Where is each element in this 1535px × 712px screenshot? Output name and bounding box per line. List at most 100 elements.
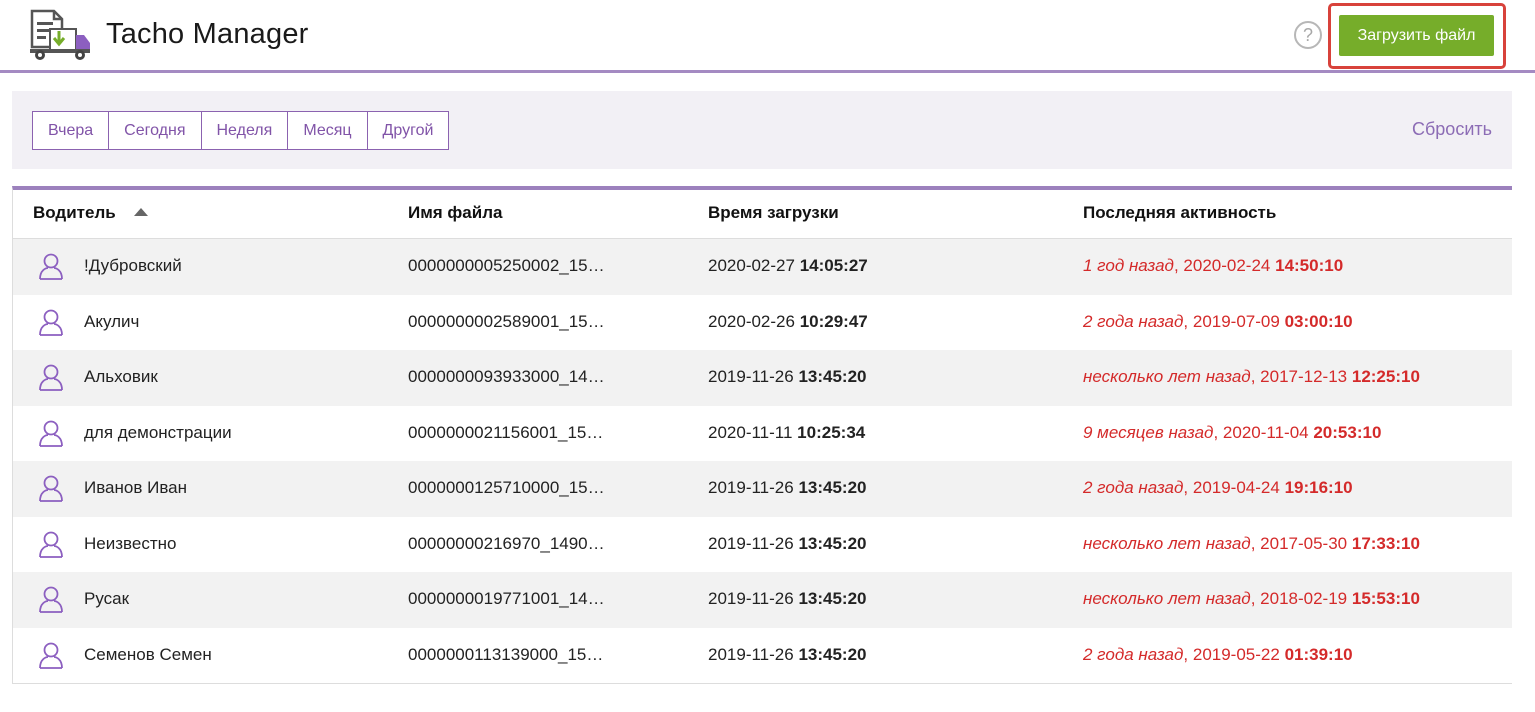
truck-document-icon	[30, 9, 90, 60]
reset-filters-link[interactable]: Сбросить	[1412, 119, 1492, 140]
file-name: 0000000113139000_15…	[408, 644, 604, 664]
activity-relative: 2 года назад	[1083, 478, 1184, 497]
driver-name[interactable]: Альховик	[84, 367, 158, 387]
upload-time-value: 13:45:20	[798, 533, 867, 553]
table-row[interactable]: Акулич 0000000002589001_15… 2020-02-26 10:…	[13, 295, 1512, 351]
activity-relative: несколько лет назад	[1083, 533, 1251, 553]
column-header-last-activity[interactable]: Последняя активность	[1083, 203, 1276, 223]
last-activity: несколько лет назад, 2018-02-19 15:53:10	[1083, 589, 1420, 608]
activity-relative: 2 года назад	[1083, 311, 1184, 331]
upload-date-value: 2019-11-26	[708, 367, 794, 386]
table-row[interactable]: Альховик 0000000093933000_14… 2019-11-26 1…	[13, 350, 1512, 406]
table-row[interactable]: для демонстрации 0000000021156001_15… 2020…	[13, 406, 1512, 462]
period-today-button[interactable]: Сегодня	[109, 112, 202, 149]
upload-time-value: 13:45:20	[798, 644, 867, 664]
file-name: 0000000125710000_15…	[408, 478, 605, 497]
period-yesterday-button[interactable]: Вчера	[33, 112, 110, 149]
driver-name[interactable]: Семенов Семен	[84, 645, 212, 665]
activity-date: 2019-04-24	[1192, 478, 1280, 497]
user-icon	[38, 585, 64, 613]
table-row[interactable]: Иванов Иван 0000000125710000_15… 2019-11-2…	[13, 461, 1512, 517]
file-name: 0000000093933000_14…	[408, 367, 605, 386]
activity-date: 2017-12-13	[1260, 367, 1348, 386]
activity-relative: несколько лет назад	[1083, 367, 1251, 386]
driver-name[interactable]: !Дубровский	[84, 256, 182, 276]
file-name: 0000000002589001_15…	[408, 311, 605, 331]
question-circle-icon[interactable]: ?	[1294, 21, 1322, 49]
upload-date-value: 2020-02-27	[708, 256, 795, 275]
activity-time: 15:53:10	[1351, 589, 1420, 608]
user-icon	[38, 308, 64, 336]
upload-time-value: 13:45:20	[798, 589, 867, 608]
file-name: 0000000019771001_14…	[408, 589, 605, 608]
upload-date-value: 2019-11-26	[708, 533, 794, 553]
activity-time: 12:25:10	[1351, 367, 1420, 386]
upload-time-value: 10:29:47	[799, 311, 868, 331]
activity-relative: 1 год назад	[1083, 256, 1174, 275]
upload-date-value: 2019-11-26	[708, 478, 794, 497]
activity-date: 2019-07-09	[1192, 311, 1280, 331]
last-activity: несколько лет назад, 2017-05-30 17:33:10	[1083, 533, 1420, 553]
upload-time: 2020-02-27 14:05:27	[708, 256, 868, 276]
column-header-file[interactable]: Имя файла	[408, 203, 502, 223]
activity-relative: 9 месяцев назад	[1083, 422, 1214, 442]
upload-time: 2019-11-26 13:45:20	[708, 534, 867, 554]
user-icon	[38, 252, 64, 280]
upload-date-value: 2020-02-26	[708, 311, 795, 331]
table-row[interactable]: Неизвестно 00000000216970_1490… 2019-11-26…	[13, 517, 1512, 573]
upload-time: 2019-11-26 13:45:20	[708, 478, 867, 498]
sort-ascending-icon[interactable]	[133, 207, 148, 216]
table-row[interactable]: Русак 0000000019771001_14… 2019-11-26 13:4…	[13, 572, 1512, 628]
upload-time-value: 14:05:27	[799, 256, 868, 275]
period-week-button[interactable]: Неделя	[202, 112, 289, 149]
upload-time-value: 13:45:20	[798, 478, 867, 497]
file-name: 00000000216970_1490…	[408, 533, 605, 553]
app-header: Tacho Manager ? Загрузить файл	[0, 0, 1535, 73]
user-icon	[38, 641, 64, 669]
activity-date: 2017-05-30	[1260, 533, 1348, 553]
driver-name[interactable]: для демонстрации	[84, 423, 232, 443]
table-row[interactable]: Семенов Семен 0000000113139000_15… 2019-11…	[13, 628, 1512, 684]
table-header: Водитель Имя файла Время загрузки Послед…	[13, 190, 1512, 239]
user-icon	[38, 419, 64, 447]
activity-date: 2018-02-19	[1260, 589, 1348, 608]
upload-time: 2019-11-26 13:45:20	[708, 589, 867, 609]
period-filter-group: Вчера Сегодня Неделя Месяц Другой	[32, 111, 450, 150]
activity-time: 20:53:10	[1313, 422, 1382, 442]
period-other-button[interactable]: Другой	[368, 112, 449, 149]
upload-date-value: 2020-11-11	[708, 422, 793, 442]
activity-date: 2020-11-04	[1222, 422, 1309, 442]
column-header-driver-label: Водитель	[33, 203, 116, 222]
activity-date: 2019-05-22	[1192, 644, 1280, 664]
upload-file-button[interactable]: Загрузить файл	[1339, 15, 1494, 56]
upload-time: 2019-11-26 13:45:20	[708, 367, 867, 387]
upload-time-value: 10:25:34	[797, 422, 866, 442]
user-icon	[38, 363, 64, 391]
upload-time: 2020-11-11 10:25:34	[708, 423, 865, 443]
driver-name[interactable]: Акулич	[84, 312, 139, 332]
driver-name[interactable]: Иванов Иван	[84, 478, 187, 498]
filter-bar: Вчера Сегодня Неделя Месяц Другой Сброси…	[12, 91, 1512, 169]
upload-time-value: 13:45:20	[798, 367, 867, 386]
last-activity: 9 месяцев назад, 2020-11-04 20:53:10	[1083, 422, 1382, 442]
activity-date: 2020-02-24	[1183, 256, 1271, 275]
driver-name[interactable]: Русак	[84, 589, 129, 609]
file-name: 0000000005250002_15…	[408, 256, 605, 275]
column-header-driver[interactable]: Водитель	[33, 203, 148, 223]
activity-time: 19:16:10	[1284, 478, 1353, 497]
last-activity: 1 год назад, 2020-02-24 14:50:10	[1083, 256, 1344, 275]
file-name: 0000000021156001_15…	[408, 422, 604, 442]
upload-time: 2019-11-26 13:45:20	[708, 645, 867, 665]
column-header-upload-time[interactable]: Время загрузки	[708, 203, 839, 223]
files-table: Водитель Имя файла Время загрузки Послед…	[12, 186, 1512, 684]
driver-name[interactable]: Неизвестно	[84, 534, 176, 554]
table-row[interactable]: !Дубровский 0000000005250002_15… 2020-02-2…	[13, 239, 1512, 295]
last-activity: 2 года назад, 2019-05-22 01:39:10	[1083, 644, 1353, 664]
user-icon	[38, 474, 64, 502]
upload-date-value: 2019-11-26	[708, 589, 794, 608]
last-activity: 2 года назад, 2019-07-09 03:00:10	[1083, 311, 1353, 331]
user-icon	[38, 530, 64, 558]
last-activity: 2 года назад, 2019-04-24 19:16:10	[1083, 478, 1353, 497]
activity-time: 01:39:10	[1284, 644, 1353, 664]
period-month-button[interactable]: Месяц	[288, 112, 368, 149]
